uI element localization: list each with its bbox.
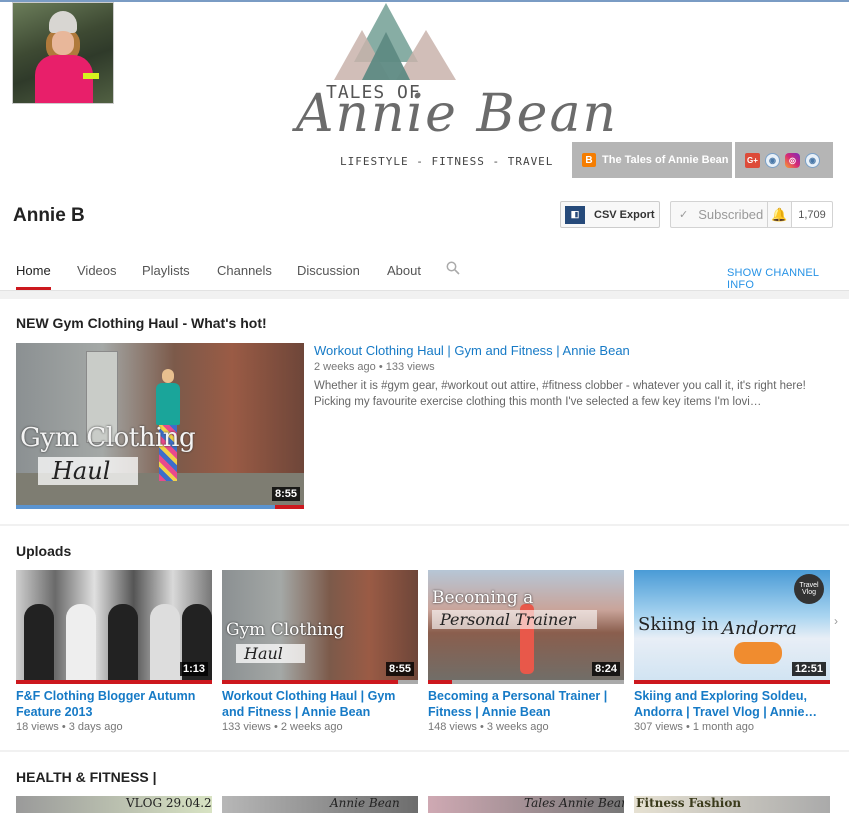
video-duration: 8:24 bbox=[591, 662, 620, 676]
video-duration: 8:55 bbox=[385, 662, 414, 676]
thumb-overlay-script: Andorra bbox=[722, 618, 797, 639]
featured-video-meta: 2 weeks ago • 133 views bbox=[314, 361, 435, 373]
video-thumbnail[interactable]: Travel Vlog Skiing in Andorra 12:51 bbox=[634, 570, 830, 684]
channel-header: Annie B ◧ CSV Export ✓ Subscribed 🔔 1,70… bbox=[0, 178, 849, 291]
thumb-overlay-title: Fitness Fashion bbox=[636, 796, 742, 810]
watch-progress bbox=[16, 505, 304, 509]
featured-video-description: Whether it is #gym gear, #workout out at… bbox=[314, 380, 806, 408]
uploads-section: Uploads 1:13 F&F Clothing Blogger Autumn… bbox=[0, 526, 849, 750]
google-plus-icon[interactable]: G+ bbox=[745, 152, 760, 168]
social-links: G+ ◉ ◎ ◉ bbox=[735, 142, 833, 178]
blogger-icon: B bbox=[582, 153, 596, 167]
tab-channels[interactable]: Channels bbox=[217, 263, 272, 290]
video-meta: 18 views • 3 days ago bbox=[16, 721, 123, 733]
thumb-overlay-script: Haul bbox=[236, 644, 305, 663]
video-title[interactable]: Skiing and Exploring Soldeu, Andorra | T… bbox=[634, 688, 830, 720]
thumb-overlay-title: Skiing in bbox=[638, 614, 719, 635]
instagram-icon[interactable]: ◎ bbox=[785, 152, 800, 168]
watch-progress bbox=[428, 680, 624, 684]
checkmark-icon: ✓ bbox=[679, 209, 689, 221]
video-title[interactable]: Becoming a Personal Trainer | Fitness | … bbox=[428, 688, 624, 720]
video-thumbnail[interactable]: Tales Annie Bean bbox=[428, 796, 624, 813]
channel-name[interactable]: Annie B bbox=[13, 205, 85, 227]
search-icon[interactable] bbox=[446, 261, 460, 278]
tab-home[interactable]: Home bbox=[16, 263, 51, 290]
mountain-logo-icon bbox=[334, 3, 456, 80]
blog-link-label: The Tales of Annie Bean bbox=[602, 154, 729, 166]
thumb-overlay-script: Haul bbox=[38, 457, 139, 485]
video-title[interactable]: F&F Clothing Blogger Autumn Feature 2013 bbox=[16, 688, 212, 720]
health-fitness-section: HEALTH & FITNESS | VLOG 29.04.2015 Annie… bbox=[0, 752, 849, 813]
tab-playlists[interactable]: Playlists bbox=[142, 263, 190, 290]
upload-card[interactable]: Gym Clothing Haul 8:55 Workout Clothing … bbox=[222, 570, 418, 733]
thumb-overlay-title: Tales Annie Bean bbox=[524, 796, 624, 810]
travel-vlog-badge: Travel Vlog bbox=[794, 574, 824, 604]
export-icon: ◧ bbox=[565, 205, 585, 224]
globe-icon[interactable]: ◉ bbox=[765, 152, 780, 168]
featured-section-title[interactable]: NEW Gym Clothing Haul - What's hot! bbox=[16, 315, 267, 331]
thumb-overlay-title: VLOG 29.04.2015 bbox=[126, 796, 212, 810]
upload-card[interactable]: 1:13 F&F Clothing Blogger Autumn Feature… bbox=[16, 570, 212, 733]
chevron-right-icon[interactable]: › bbox=[834, 614, 838, 628]
csv-export-button[interactable]: ◧ CSV Export bbox=[560, 201, 660, 228]
subscribed-button[interactable]: ✓ Subscribed bbox=[670, 201, 768, 228]
video-meta: 307 views • 1 month ago bbox=[634, 721, 755, 733]
thumb-overlay-title: Annie Bean bbox=[330, 796, 400, 810]
video-title[interactable]: Workout Clothing Haul | Gym and Fitness … bbox=[222, 688, 418, 720]
channel-banner: TALES OF Annie Bean LIFESTYLE - FITNESS … bbox=[0, 0, 849, 178]
video-thumbnail[interactable]: Fitness Fashion bbox=[634, 796, 830, 813]
video-duration: 8:55 bbox=[271, 487, 300, 501]
featured-video-title[interactable]: Workout Clothing Haul | Gym and Fitness … bbox=[314, 343, 630, 358]
show-channel-info-link[interactable]: SHOW CHANNEL INFO bbox=[727, 267, 849, 291]
uploads-section-title[interactable]: Uploads bbox=[16, 543, 71, 559]
featured-section: NEW Gym Clothing Haul - What's hot! Gym … bbox=[0, 299, 849, 524]
video-meta: 133 views • 2 weeks ago bbox=[222, 721, 343, 733]
csv-export-label: CSV Export bbox=[594, 208, 655, 221]
health-section-title[interactable]: HEALTH & FITNESS | bbox=[16, 769, 157, 785]
tab-about[interactable]: About bbox=[387, 263, 421, 290]
watch-progress bbox=[634, 680, 830, 684]
thumb-overlay-title: Gym Clothing bbox=[226, 620, 345, 640]
channel-tabs: Home Videos Playlists Channels Discussio… bbox=[0, 260, 849, 291]
video-thumbnail[interactable]: 1:13 bbox=[16, 570, 212, 684]
tab-discussion[interactable]: Discussion bbox=[297, 263, 360, 290]
globe-icon[interactable]: ◉ bbox=[805, 152, 820, 168]
blog-link[interactable]: B The Tales of Annie Bean bbox=[572, 142, 732, 178]
video-thumbnail[interactable]: Annie Bean bbox=[222, 796, 418, 813]
notification-bell-icon[interactable]: 🔔 bbox=[767, 201, 792, 228]
channel-logo: TALES OF Annie Bean LIFESTYLE - FITNESS … bbox=[290, 2, 616, 177]
upload-card[interactable]: Travel Vlog Skiing in Andorra 12:51 Skii… bbox=[634, 570, 830, 733]
video-thumbnail[interactable]: Becoming a Personal Trainer 8:24 bbox=[428, 570, 624, 684]
logo-name: Annie Bean bbox=[296, 84, 618, 144]
featured-video-thumbnail[interactable]: Gym Clothing Haul 8:55 bbox=[16, 343, 304, 509]
thumb-overlay-title: Becoming a bbox=[432, 588, 534, 608]
video-meta: 148 views • 3 weeks ago bbox=[428, 721, 549, 733]
upload-card[interactable]: Becoming a Personal Trainer 8:24 Becomin… bbox=[428, 570, 624, 733]
video-duration: 12:51 bbox=[791, 662, 826, 676]
video-thumbnail[interactable]: VLOG 29.04.2015 bbox=[16, 796, 212, 813]
watch-progress bbox=[16, 680, 212, 684]
thumb-overlay-script: Personal Trainer bbox=[432, 610, 598, 629]
subscriber-count: 1,709 bbox=[791, 201, 833, 228]
watch-progress bbox=[222, 680, 418, 684]
tab-videos[interactable]: Videos bbox=[77, 263, 117, 290]
thumb-overlay-title: Gym Clothing bbox=[20, 423, 196, 453]
video-thumbnail[interactable]: Gym Clothing Haul 8:55 bbox=[222, 570, 418, 684]
video-duration: 1:13 bbox=[179, 662, 208, 676]
subscribed-label: Subscribed bbox=[698, 207, 764, 222]
channel-avatar[interactable] bbox=[12, 2, 114, 104]
logo-tagline: LIFESTYLE - FITNESS - TRAVEL bbox=[340, 155, 554, 168]
